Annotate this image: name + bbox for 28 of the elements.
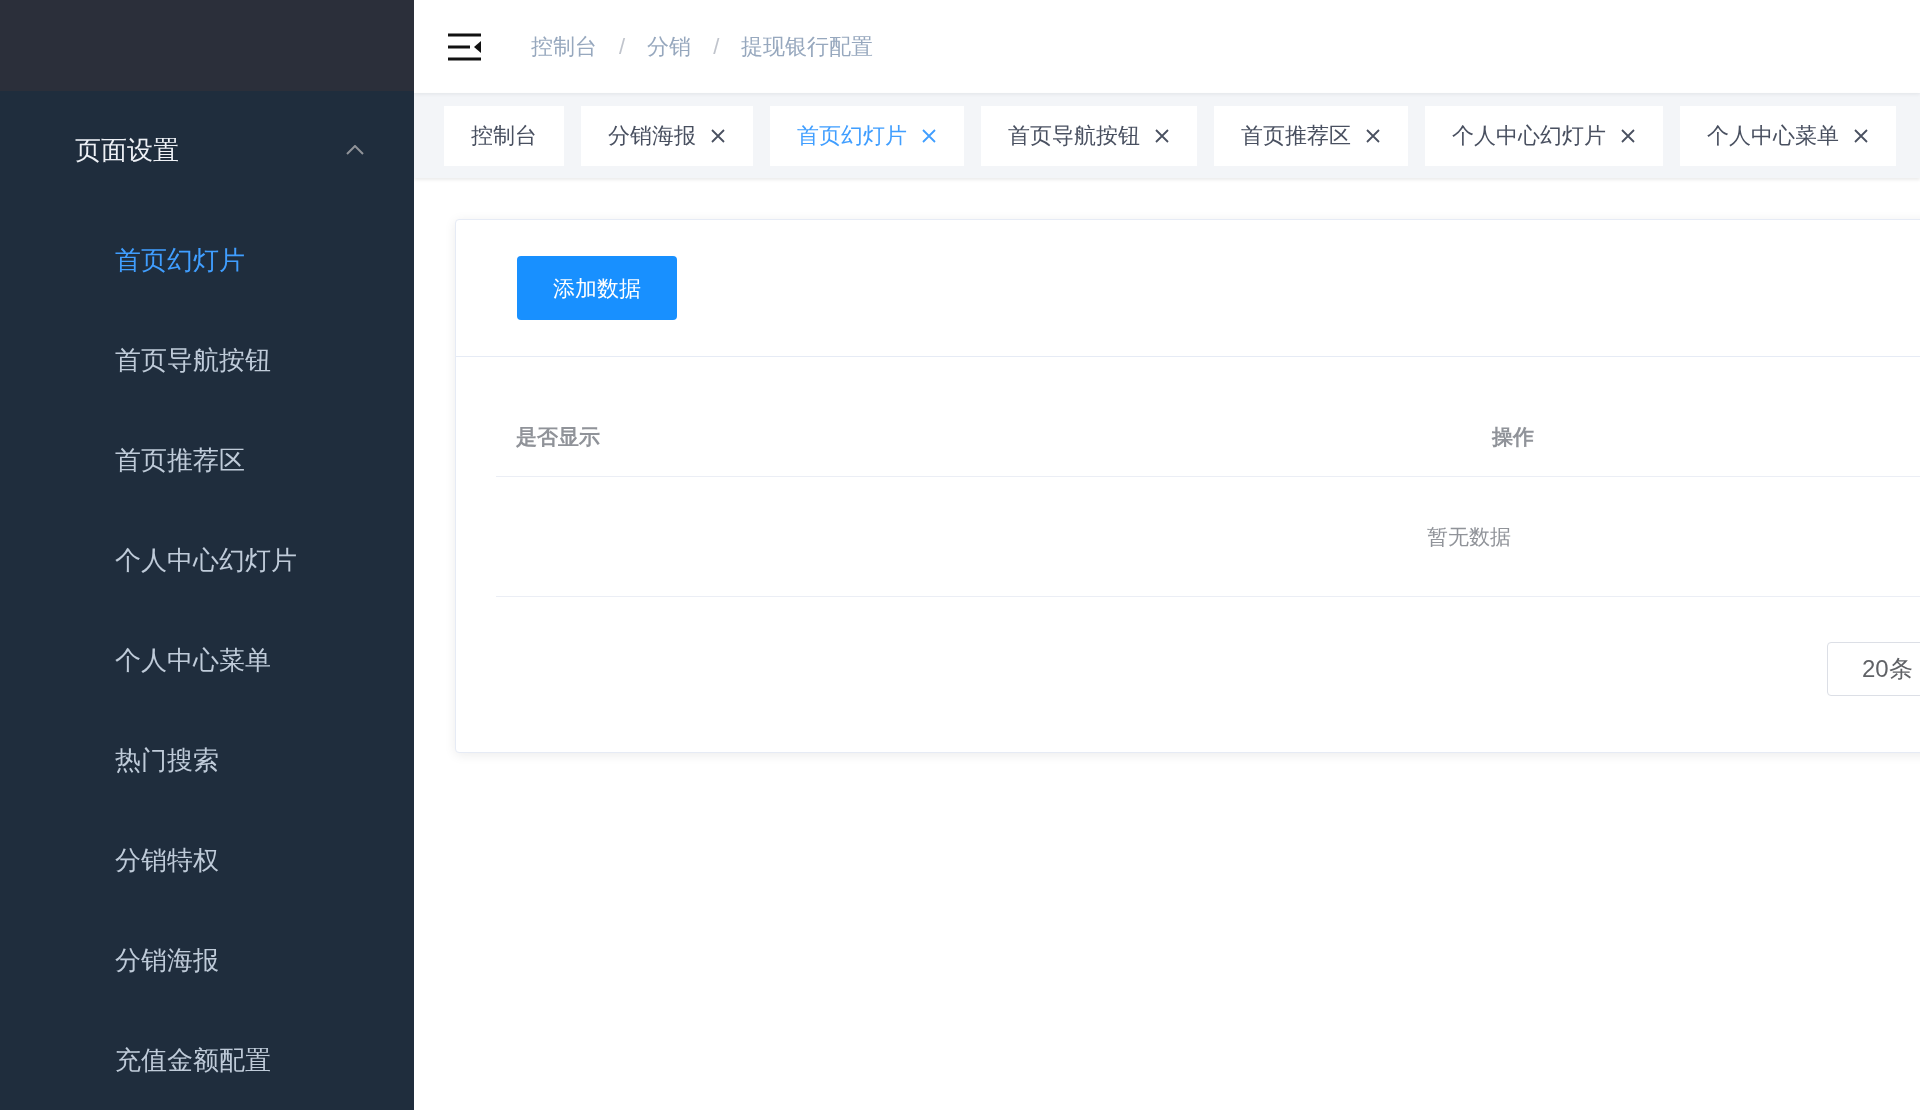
close-icon[interactable]	[1620, 127, 1636, 144]
sidebar-item[interactable]: 个人中心菜单	[0, 610, 414, 710]
tab[interactable]: 首页推荐区	[1214, 105, 1408, 166]
close-icon[interactable]	[710, 127, 726, 144]
menu-fold-icon[interactable]	[448, 32, 481, 61]
column-header: 操作	[1492, 423, 1534, 450]
close-icon[interactable]	[1154, 127, 1170, 144]
breadcrumb-separator: /	[619, 33, 626, 61]
sidebar-group[interactable]: 页面设置	[0, 90, 414, 210]
tab[interactable]: 控制台	[444, 105, 564, 166]
sidebar-item[interactable]: 充值金额配置	[0, 1010, 414, 1110]
tab[interactable]: 首页导航按钮	[981, 105, 1197, 166]
close-icon[interactable]	[1853, 127, 1869, 144]
breadcrumb-separator: /	[713, 33, 720, 61]
page-size-select[interactable]: 20条	[1827, 642, 1920, 696]
close-icon[interactable]	[1365, 127, 1381, 144]
sidebar-item[interactable]: 热门搜索	[0, 710, 414, 810]
sidebar-item[interactable]: 首页推荐区	[0, 410, 414, 510]
column-header: 是否显示	[515, 423, 600, 450]
tab[interactable]: 个人中心幻灯片	[1425, 105, 1663, 166]
sidebar-item[interactable]: 首页导航按钮	[0, 310, 414, 410]
empty-text: 暂无数据	[1427, 523, 1511, 550]
sidebar-item[interactable]: 个人中心幻灯片	[0, 510, 414, 610]
tab[interactable]: 分销海报	[581, 105, 753, 166]
sidebar-item[interactable]: 分销海报	[0, 910, 414, 1010]
sidebar-item[interactable]: 首页幻灯片	[0, 210, 414, 310]
sidebar-item[interactable]: 分销特权	[0, 810, 414, 910]
tab[interactable]: 个人中心菜单	[1680, 105, 1896, 166]
